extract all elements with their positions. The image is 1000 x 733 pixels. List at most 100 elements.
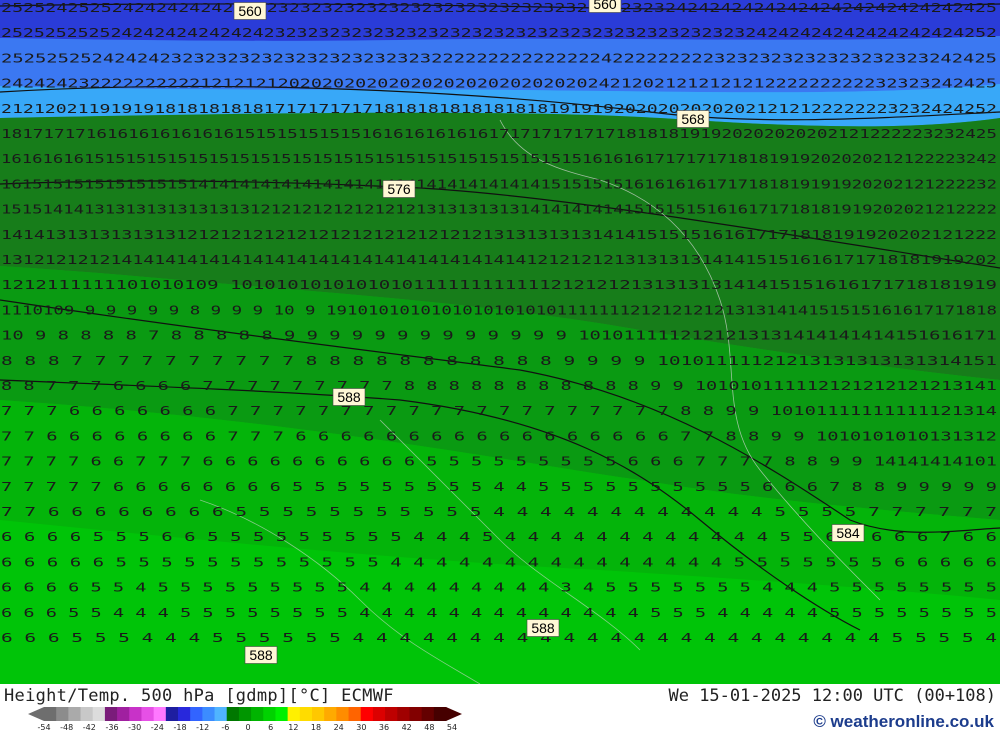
colorbar-swatch: [68, 707, 81, 721]
map-title: Height/Temp. 500 hPa [gdmp][°C] ECMWF: [4, 686, 394, 706]
contour-label-text: 584: [836, 525, 860, 541]
colorbar-swatch: [433, 707, 447, 721]
site-credit[interactable]: © weatheronline.co.uk: [813, 712, 994, 732]
colorbar-swatch: [80, 707, 94, 721]
temperature-row: 1515141413131313131313131212121212121212…: [1, 203, 997, 217]
weather-map-screenshot: 2525242525242424242424242323232323232323…: [0, 0, 1000, 733]
temperature-row: 2424242322222222221212121202020202020202…: [1, 77, 997, 91]
colorbar-swatch: [153, 707, 167, 721]
colorbar-swatch: [372, 707, 386, 721]
colorbar-tick-label: 18: [310, 723, 322, 732]
temperature-row: 1615151515151515151414141414141414141414…: [1, 177, 997, 191]
colorbar-swatch: [312, 707, 325, 721]
contour-label-text: 560: [238, 3, 262, 19]
colorbar-swatch: [202, 707, 215, 721]
temperature-row: 2121202119191918181818181717171717181818…: [1, 102, 997, 116]
temperature-colorbar: [28, 707, 462, 721]
temperature-row: 8 8 7 7 7 6 6 6 6 7 7 7 7 7 7 7 7 7 8 8 …: [1, 379, 997, 393]
colorbar-tick-label: 30: [356, 723, 367, 732]
colorbar-swatch: [385, 707, 398, 721]
contour-label: 584: [831, 524, 865, 542]
colorbar-tick-label: -24: [150, 723, 164, 732]
colorbar-swatch: [190, 707, 203, 721]
contour-label: 588: [244, 646, 278, 664]
colorbar-swatch: [299, 707, 313, 721]
temperature-row: 7 7 7 6 6 6 6 6 6 6 7 7 7 7 7 7 7 7 7 7 …: [1, 404, 997, 418]
temperature-row: 1616161615151515151515151515151515151515…: [1, 152, 997, 166]
temperature-row: 8 8 8 7 7 7 7 7 7 7 7 7 7 8 8 8 8 8 8 8 …: [1, 354, 997, 368]
colorbar-tick-label: 12: [288, 723, 299, 732]
temperature-row: 6 6 6 6 6 5 5 5 5 5 5 5 5 5 5 5 5 4 4 4 …: [1, 555, 997, 569]
colorbar-right-arrow: [446, 707, 462, 721]
temperature-row: 2525252525242424242424242323232323232323…: [1, 26, 997, 40]
colorbar-tick-label: -42: [82, 723, 96, 732]
colorbar-swatch: [409, 707, 423, 721]
colorbar-swatch: [44, 707, 57, 721]
contour-label-text: 588: [249, 647, 273, 663]
contour-label-text: 588: [531, 620, 555, 636]
colorbar-swatch: [104, 707, 118, 721]
temperature-row: 2525242525242424242424242323232323232323…: [1, 1, 997, 15]
colorbar-tick-label: -12: [196, 723, 210, 732]
temperature-row: 1212111111101010109 10101010101010101111…: [1, 278, 997, 292]
colorbar-tick-label: -36: [105, 723, 119, 732]
contour-label: 588: [332, 388, 366, 406]
colorbar-tick-label: 0: [245, 723, 251, 732]
temperature-row: 6 6 6 5 5 5 4 4 4 5 5 5 5 5 5 4 4 4 4 4 …: [1, 631, 997, 645]
colorbar-swatch: [263, 707, 276, 721]
colorbar-swatch: [165, 707, 179, 721]
temperature-row: 7 7 7 7 6 6 7 7 7 6 6 6 6 6 6 6 6 6 6 5 …: [1, 455, 997, 469]
colorbar-tick-label: 6: [268, 723, 274, 732]
temperature-row: 7 7 6 6 6 6 6 6 6 6 7 7 7 6 6 6 6 6 6 6 …: [1, 429, 997, 443]
temperature-map: 2525242525242424242424242323232323232323…: [0, 0, 1000, 684]
contour-label-text: 588: [337, 389, 361, 405]
contour-label-text: 568: [681, 111, 705, 127]
colorbar-tick-label: 54: [446, 723, 458, 732]
contour-label: 568: [676, 110, 710, 128]
contour-label-text: 576: [387, 181, 411, 197]
contour-label-text: 560: [593, 0, 617, 12]
temperature-row: 1414131313131313121212121212121212121212…: [1, 228, 997, 242]
colorbar-tick-label: 42: [401, 723, 412, 732]
colorbar-swatch: [141, 707, 155, 721]
colorbar-swatch: [287, 707, 301, 721]
colorbar-swatch: [275, 707, 289, 721]
colorbar-swatch: [56, 707, 69, 721]
contour-label: 560: [588, 0, 622, 13]
temperature-row: 7 7 6 6 6 6 6 6 6 6 5 5 5 5 5 5 5 5 5 5 …: [1, 505, 997, 519]
colorbar-swatch: [129, 707, 142, 721]
temperature-row: 6 6 6 6 5 5 4 5 5 5 5 5 5 5 5 5 4 4 4 4 …: [1, 581, 997, 595]
colorbar-ticks: -54 -48 -42 -36 -30 -24 -18 -12 -6 0 6 12 18 24 30 36 42…: [30, 723, 470, 733]
colorbar-tick-label: -30: [128, 723, 142, 732]
temperature-row: 6 6 6 5 5 4 4 4 5 5 5 5 5 5 5 5 4 4 4 4 …: [1, 606, 997, 620]
colorbar-swatch: [238, 707, 252, 721]
contour-label: 588: [526, 619, 560, 637]
temperature-row: 1312121212141414141414141414141414141414…: [1, 253, 997, 267]
temperature-row: 10 9 8 8 8 8 7 8 8 8 8 8 9 9 9 9 9 9 9 9…: [1, 329, 997, 343]
temperature-row: 7 7 7 7 7 6 6 6 6 6 6 6 6 5 5 5 5 5 5 5 …: [1, 480, 997, 494]
colorbar-swatch: [178, 707, 191, 721]
colorbar-swatch: [397, 707, 410, 721]
contour-label: 576: [382, 180, 416, 198]
colorbar-tick-label: 36: [378, 723, 390, 732]
colorbar-swatch: [214, 707, 228, 721]
colorbar-swatch: [360, 707, 374, 721]
temperature-row: 1110109 9 9 9 9 9 8 9 9 9 10 9 191010101…: [1, 303, 997, 317]
colorbar-tick-label: -48: [60, 723, 74, 732]
colorbar-swatch: [226, 707, 240, 721]
colorbar-swatch: [324, 707, 337, 721]
colorbar-swatch: [92, 707, 106, 721]
colorbar-tick-label: -6: [221, 723, 230, 732]
temperature-row: 2525252524242423232323232323232323232322…: [1, 51, 997, 65]
colorbar-tick-label: -18: [173, 723, 187, 732]
colorbar-tick-label: -54: [37, 723, 51, 732]
colorbar-swatch: [117, 707, 130, 721]
colorbar-tick-label: 48: [424, 723, 435, 732]
map-footer: Height/Temp. 500 hPa [gdmp][°C] ECMWF We…: [0, 684, 1000, 733]
colorbar-left-arrow: [28, 707, 44, 721]
colorbar-swatch: [251, 707, 264, 721]
colorbar-tick-label: 24: [333, 723, 344, 732]
temperature-row: 1817171716161616161616151515151515161616…: [1, 127, 997, 141]
colorbar-swatch: [421, 707, 435, 721]
colorbar-swatch: [348, 707, 362, 721]
